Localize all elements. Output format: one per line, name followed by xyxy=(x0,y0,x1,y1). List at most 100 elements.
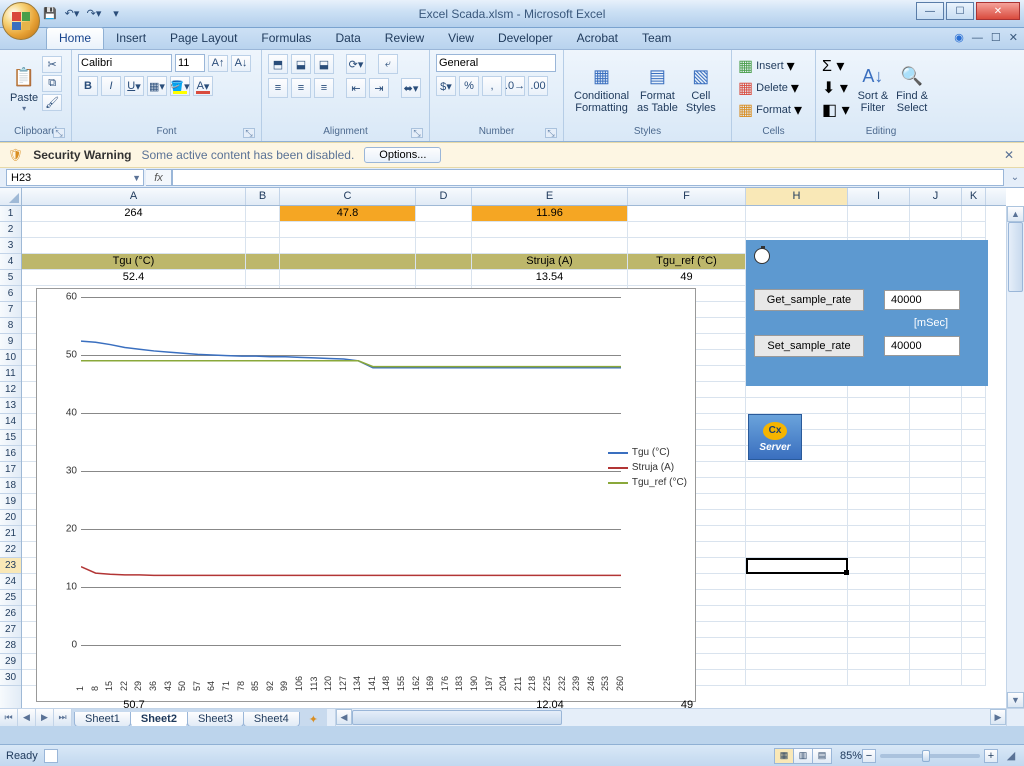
get-sample-rate-button[interactable]: Get_sample_rate xyxy=(754,289,864,311)
number-dialog-icon[interactable]: ⤡ xyxy=(545,128,557,138)
prev-sheet-icon[interactable]: ◀ xyxy=(18,709,36,726)
tab-formulas[interactable]: Formulas xyxy=(249,28,323,49)
fill-color-button[interactable]: 🪣▾ xyxy=(170,76,190,96)
comma-icon[interactable]: , xyxy=(482,76,502,96)
sort-filter-button[interactable]: A↓Sort & Filter xyxy=(854,54,893,122)
undo-icon[interactable]: ↶▾ xyxy=(64,6,80,22)
qat-customize-icon[interactable]: ▾ xyxy=(108,6,124,22)
formula-input[interactable] xyxy=(172,169,1004,186)
close-security-bar-icon[interactable]: ✕ xyxy=(1004,148,1014,162)
italic-button[interactable]: I xyxy=(101,76,121,96)
security-options-button[interactable]: Options... xyxy=(364,147,441,163)
tab-acrobat[interactable]: Acrobat xyxy=(565,28,630,49)
currency-icon[interactable]: $▾ xyxy=(436,76,456,96)
office-button[interactable] xyxy=(2,2,40,40)
tab-view[interactable]: View xyxy=(436,28,486,49)
zoom-slider[interactable] xyxy=(880,754,980,758)
page-layout-view-icon[interactable]: ▥ xyxy=(793,748,813,764)
set-sample-rate-button[interactable]: Set_sample_rate xyxy=(754,335,864,357)
font-color-button[interactable]: A▾ xyxy=(193,76,213,96)
font-name-select[interactable] xyxy=(78,54,172,72)
fill-button[interactable]: ⬇ ▾ xyxy=(822,78,850,98)
restore-workbook-icon[interactable]: ☐ xyxy=(991,31,1001,44)
format-as-table-button[interactable]: ▤Format as Table xyxy=(633,54,682,122)
merge-center-icon[interactable]: ⬌▾ xyxy=(401,78,421,98)
row-headers[interactable]: 1234567891011121314151617181920212223242… xyxy=(0,206,22,726)
font-dialog-icon[interactable]: ⤡ xyxy=(243,128,255,138)
resize-grip-icon[interactable]: ◢ xyxy=(1004,749,1018,762)
close-workbook-icon[interactable]: ✕ xyxy=(1009,31,1018,44)
find-select-button[interactable]: 🔍Find & Select xyxy=(892,54,932,122)
insert-cells-button[interactable]: ▦ Insert ▾ xyxy=(738,56,809,76)
sheet-tab-2[interactable]: Sheet2 xyxy=(130,712,188,726)
expand-formula-bar-icon[interactable]: ⌄ xyxy=(1006,168,1024,187)
align-left-icon[interactable]: ≡ xyxy=(268,78,288,98)
sheet-tab-1[interactable]: Sheet1 xyxy=(74,712,131,726)
increase-indent-icon[interactable]: ⇥ xyxy=(369,78,389,98)
percent-icon[interactable]: % xyxy=(459,76,479,96)
normal-view-icon[interactable]: ▦ xyxy=(774,748,794,764)
tab-team[interactable]: Team xyxy=(630,28,683,49)
tab-insert[interactable]: Insert xyxy=(104,28,158,49)
delete-cells-button[interactable]: ▦ Delete ▾ xyxy=(738,78,809,98)
orientation-icon[interactable]: ⟳▾ xyxy=(346,54,366,74)
alignment-dialog-icon[interactable]: ⤡ xyxy=(411,128,423,138)
clear-button[interactable]: ◧ ▾ xyxy=(822,100,850,120)
paste-button[interactable]: 📋 Paste ▾ xyxy=(6,54,42,122)
vertical-scrollbar[interactable]: ▲▼ xyxy=(1006,206,1024,708)
increase-decimal-icon[interactable]: .0→ xyxy=(505,76,525,96)
align-middle-icon[interactable]: ⬓ xyxy=(291,54,311,74)
clipboard-dialog-icon[interactable]: ⤡ xyxy=(53,128,65,138)
cell-styles-button[interactable]: ▧Cell Styles xyxy=(682,54,720,122)
align-bottom-icon[interactable]: ⬓ xyxy=(314,54,334,74)
format-cells-button[interactable]: ▦ Format ▾ xyxy=(738,100,809,120)
help-icon[interactable]: ◉ xyxy=(954,31,964,44)
fx-icon[interactable]: fx xyxy=(146,169,172,186)
first-sheet-icon[interactable]: ⏮ xyxy=(0,709,18,726)
next-sheet-icon[interactable]: ▶ xyxy=(36,709,54,726)
number-format-select[interactable] xyxy=(436,54,556,72)
select-all-button[interactable] xyxy=(0,188,22,206)
tab-review[interactable]: Review xyxy=(373,28,436,49)
wrap-text-icon[interactable]: ⤶ xyxy=(378,54,398,74)
column-headers[interactable]: ABCDEFHIJK xyxy=(22,188,1006,206)
minimize-button[interactable]: — xyxy=(916,2,944,20)
close-button[interactable]: ✕ xyxy=(976,2,1020,20)
page-break-view-icon[interactable]: ▤ xyxy=(812,748,832,764)
align-top-icon[interactable]: ⬒ xyxy=(268,54,288,74)
tab-page-layout[interactable]: Page Layout xyxy=(158,28,249,49)
sheet-tab-4[interactable]: Sheet4 xyxy=(243,712,300,726)
decrease-indent-icon[interactable]: ⇤ xyxy=(346,78,366,98)
tab-home[interactable]: Home xyxy=(46,27,104,49)
font-size-select[interactable] xyxy=(175,54,205,72)
cx-server-control[interactable]: Cx Server xyxy=(748,414,802,460)
tab-data[interactable]: Data xyxy=(323,28,372,49)
align-center-icon[interactable]: ≡ xyxy=(291,78,311,98)
insert-sheet-icon[interactable]: ✦ xyxy=(299,712,328,726)
macro-record-icon[interactable] xyxy=(44,749,58,763)
copy-icon[interactable]: ⧉ xyxy=(42,75,62,92)
tab-developer[interactable]: Developer xyxy=(486,28,565,49)
line-chart[interactable]: 0102030405060 Tgu (°C)Struja (A)Tgu_ref … xyxy=(36,288,696,702)
bold-button[interactable]: B xyxy=(78,76,98,96)
redo-icon[interactable]: ↷▾ xyxy=(86,6,102,22)
save-icon[interactable]: 💾 xyxy=(42,6,58,22)
name-box[interactable]: H23▼ xyxy=(6,169,144,186)
sample-rate-value-2[interactable]: 40000 xyxy=(884,336,960,356)
minimize-ribbon-icon[interactable]: — xyxy=(972,32,983,44)
sheet-tab-3[interactable]: Sheet3 xyxy=(187,712,244,726)
underline-button[interactable]: U▾ xyxy=(124,76,144,96)
sample-rate-value-1[interactable]: 40000 xyxy=(884,290,960,310)
last-sheet-icon[interactable]: ⏭ xyxy=(54,709,72,726)
maximize-button[interactable]: ☐ xyxy=(946,2,974,20)
decrease-decimal-icon[interactable]: .00 xyxy=(528,76,548,96)
shrink-font-icon[interactable]: A↓ xyxy=(231,55,251,72)
autosum-button[interactable]: Σ ▾ xyxy=(822,56,850,76)
zoom-percent[interactable]: 85% xyxy=(840,750,862,762)
align-right-icon[interactable]: ≡ xyxy=(314,78,334,98)
format-painter-icon[interactable]: 🖌 xyxy=(42,94,62,111)
zoom-in-button[interactable]: + xyxy=(984,749,998,763)
cut-icon[interactable]: ✂ xyxy=(42,56,62,73)
active-cell-h23[interactable] xyxy=(746,558,848,574)
horizontal-scrollbar[interactable]: ◀▶ xyxy=(335,709,1006,726)
